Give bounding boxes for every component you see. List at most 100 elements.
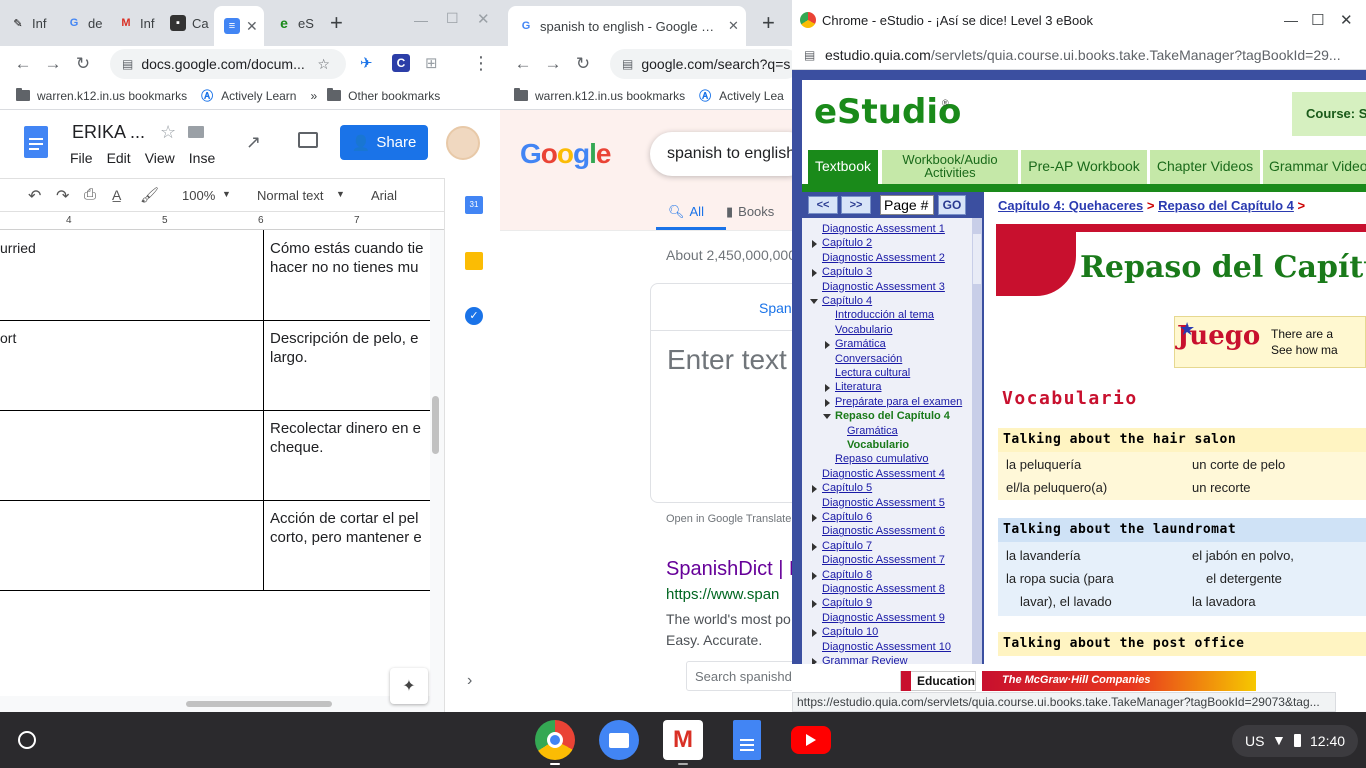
expand-icon[interactable] <box>812 542 817 551</box>
star-icon[interactable]: ☆ <box>160 122 176 143</box>
bookmark-warren[interactable]: warren.k12.in.us bookmarks <box>16 88 187 103</box>
tab-chapter-videos[interactable]: Chapter Videos <box>1150 150 1260 184</box>
bookmark-actively-learn[interactable]: Ⓐ Actively Learn <box>201 87 296 104</box>
tasks-icon[interactable]: ✓ <box>465 307 483 325</box>
breadcrumb-review[interactable]: Repaso del Capítulo 4 <box>1158 198 1294 213</box>
status-tray[interactable]: US ▼ 12:40 <box>1232 725 1358 757</box>
zoom-select[interactable]: 100% <box>182 188 215 203</box>
reload-icon[interactable]: ↻ <box>68 49 98 79</box>
nav-item[interactable]: Diagnostic Assessment 5 <box>822 497 945 509</box>
tab-all[interactable]: 🔍︎ All <box>656 192 726 230</box>
tab-1[interactable]: ✎ Inf <box>0 8 56 38</box>
tab-workbook[interactable]: Workbook/Audio Activities <box>882 150 1018 184</box>
nav-item[interactable]: Capítulo 4 <box>822 295 872 307</box>
forward-icon[interactable]: → <box>538 49 568 79</box>
launcher-icon[interactable] <box>18 731 36 749</box>
course-selector[interactable]: Course: S <box>1292 92 1366 136</box>
nav-item[interactable]: Introducción al tema <box>835 309 934 321</box>
print-icon[interactable]: ⎙ <box>84 186 96 203</box>
youtube-app-icon[interactable] <box>791 726 831 754</box>
expand-icon[interactable] <box>812 269 817 278</box>
nav-item[interactable]: Diagnostic Assessment 4 <box>822 468 945 480</box>
nav-item[interactable]: Gramática <box>847 425 898 437</box>
menu-file[interactable]: File <box>70 150 93 166</box>
bookmark-warren[interactable]: warren.k12.in.us bookmarks <box>514 88 685 103</box>
tab-6[interactable]: e eS <box>266 8 316 38</box>
font-select[interactable]: Arial <box>371 188 397 203</box>
undo-icon[interactable]: ↶ <box>28 186 41 206</box>
tab-4[interactable]: ▪ Ca <box>160 8 212 38</box>
files-app-icon[interactable] <box>599 720 639 760</box>
activity-trend-icon[interactable]: ↗ <box>246 132 261 153</box>
bookmark-star-icon[interactable]: ☆ <box>317 56 330 73</box>
explore-icon[interactable]: ✦ <box>390 668 428 704</box>
prev-page-button[interactable]: << <box>808 196 838 214</box>
nav-item[interactable]: Grammar Review <box>822 655 908 664</box>
nav-item[interactable]: Gramática <box>835 338 886 350</box>
table-cell[interactable]: Recolectar dinero en e cheque. <box>264 412 430 457</box>
table-cell[interactable]: Descripción de pelo, e largo. <box>264 322 430 367</box>
bookmark-actively-learn[interactable]: Ⓐ Actively Lea <box>699 87 784 104</box>
next-page-button[interactable]: >> <box>841 196 871 214</box>
tab-grammar-video[interactable]: Grammar Video <box>1263 150 1366 184</box>
expand-icon[interactable] <box>812 629 817 638</box>
bookmark-overflow[interactable]: » <box>310 89 317 103</box>
extension-puzzle-icon[interactable]: ⊞ <box>425 54 438 72</box>
translate-input[interactable]: Enter text <box>667 344 787 376</box>
vertical-scrollbar[interactable] <box>432 396 439 454</box>
chevron-right-icon[interactable]: › <box>467 672 472 690</box>
nav-item[interactable]: Capítulo 10 <box>822 626 878 638</box>
nav-item[interactable]: Capítulo 7 <box>822 540 872 552</box>
bookmark-other[interactable]: Other bookmarks <box>327 88 440 103</box>
new-tab-button[interactable]: + <box>330 10 343 36</box>
tab-google-search[interactable]: G spanish to english - Google Search ✕ <box>508 6 746 46</box>
maximize-button[interactable]: ☐ <box>1311 11 1324 29</box>
address-bar[interactable]: ▤ docs.google.com/docum... ☆ <box>110 49 346 79</box>
nav-item[interactable]: Conversación <box>835 353 902 365</box>
expand-icon[interactable] <box>825 384 830 393</box>
close-window-button[interactable]: ✕ <box>477 10 490 28</box>
page-number-input[interactable]: Page # <box>880 195 934 215</box>
document-title[interactable]: ERIKA ... <box>72 122 145 143</box>
nav-item[interactable]: Diagnostic Assessment 1 <box>822 223 945 235</box>
nav-item[interactable]: Capítulo 5 <box>822 482 872 494</box>
table-cell[interactable]: Cómo estás cuando tie hacer no no tienes… <box>264 232 430 277</box>
calendar-icon[interactable]: 31 <box>465 196 483 214</box>
new-tab-button[interactable]: + <box>762 10 775 36</box>
forward-icon[interactable]: → <box>38 49 68 79</box>
horizontal-scrollbar[interactable] <box>186 701 332 707</box>
extension-icon[interactable]: ✈ <box>360 54 378 72</box>
keep-icon[interactable] <box>465 252 483 270</box>
nav-item[interactable]: Vocabulario <box>847 439 909 451</box>
nav-item[interactable]: Repaso cumulativo <box>835 453 929 465</box>
share-button[interactable]: 👤 Share <box>340 125 428 160</box>
spellcheck-icon[interactable]: A̲ <box>112 187 121 203</box>
tab-preap-workbook[interactable]: Pre-AP Workbook <box>1021 150 1147 184</box>
tab-books[interactable]: ▮ Books <box>726 204 774 220</box>
paint-format-icon[interactable]: 🖌 <box>140 186 159 204</box>
nav-item[interactable]: Capítulo 8 <box>822 569 872 581</box>
document-page[interactable]: urried ort Cómo estás cuando tie hacer n… <box>0 230 430 704</box>
nav-item[interactable]: Diagnostic Assessment 6 <box>822 525 945 537</box>
avatar[interactable] <box>446 126 480 160</box>
extension-c-icon[interactable]: C <box>392 54 410 72</box>
expand-icon[interactable] <box>825 341 830 350</box>
result-url[interactable]: https://www.span <box>666 586 779 603</box>
breadcrumb-chapter[interactable]: Capítulo 4: Quehaceres <box>998 198 1143 213</box>
nav-item[interactable]: Repaso del Capítulo 4 <box>835 410 950 422</box>
address-bar[interactable]: ▤ google.com/search?q=s <box>610 49 792 79</box>
reload-icon[interactable]: ↻ <box>568 49 598 79</box>
nav-item[interactable]: Literatura <box>835 381 881 393</box>
table-cell[interactable]: urried <box>0 240 36 256</box>
menu-view[interactable]: View <box>145 150 175 166</box>
back-icon[interactable]: ← <box>508 49 538 79</box>
tab-3[interactable]: M Inf <box>108 8 160 38</box>
nav-item[interactable]: Capítulo 3 <box>822 266 872 278</box>
expand-icon[interactable] <box>825 398 830 407</box>
close-window-button[interactable]: ✕ <box>1340 11 1353 29</box>
comments-icon[interactable] <box>298 132 318 148</box>
nav-item[interactable]: Vocabulario <box>835 324 893 336</box>
nav-item[interactable]: Prepárate para el examen <box>835 396 962 408</box>
open-translate-link[interactable]: Open in Google Translate <box>666 513 791 525</box>
juego-promo[interactable]: Juego ★ There are a See how ma <box>1174 316 1366 368</box>
